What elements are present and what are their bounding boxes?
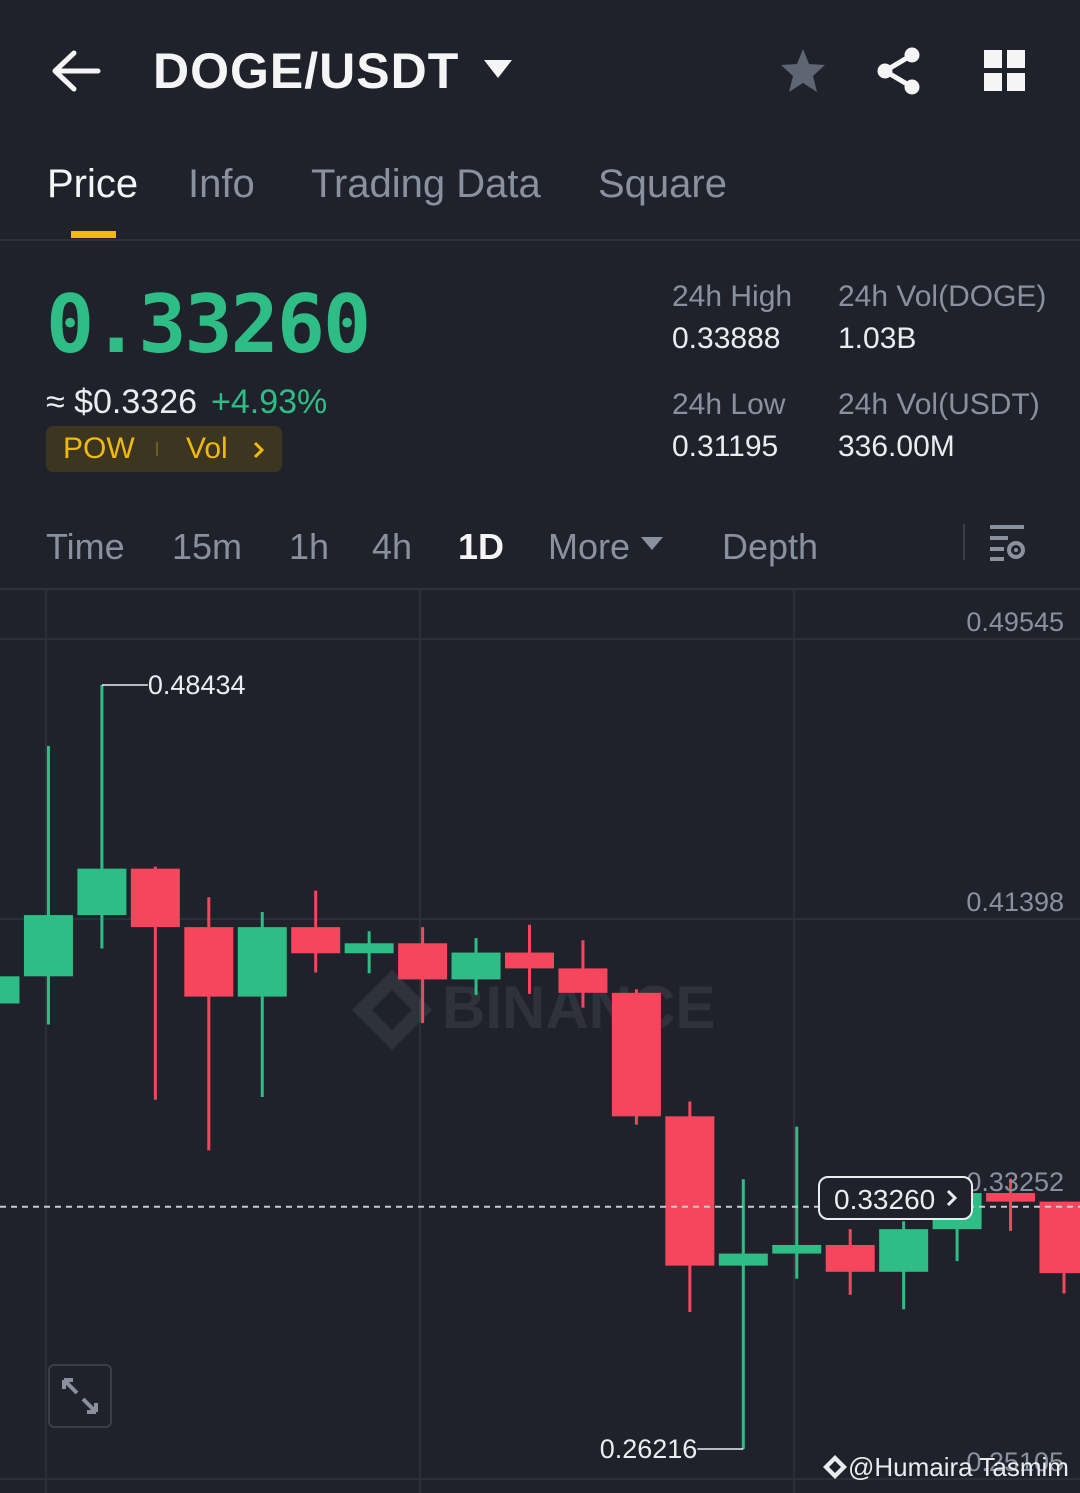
tab-price[interactable]: Price	[47, 162, 138, 207]
low-label: 24h Low	[672, 388, 786, 421]
interval-more[interactable]: More	[548, 526, 630, 568]
candle-body	[184, 927, 234, 997]
tab-square[interactable]: Square	[598, 162, 727, 207]
y-tick-label: 0.33252	[966, 1167, 1064, 1197]
current-price-tag-value: 0.33260	[834, 1184, 936, 1215]
candle-body	[344, 943, 394, 954]
min-price-label: 0.26216	[600, 1434, 698, 1464]
candle-body	[237, 927, 287, 997]
more-caret-icon[interactable]	[641, 537, 663, 551]
max-price-marker: 0.48434	[101, 670, 246, 700]
candle-body	[718, 1253, 768, 1266]
chevron-right-icon	[946, 1189, 958, 1207]
share-icon[interactable]	[874, 46, 924, 96]
candle-body	[0, 976, 20, 1004]
candle-body	[879, 1229, 929, 1272]
chart-settings-icon[interactable]	[988, 522, 1028, 562]
price-usd-row: ≈ $0.3326 +4.93%	[46, 383, 327, 422]
candlestick-chart[interactable]: BINANCE 0.49545 0.41398 0.33252 0.25105 …	[0, 590, 1080, 1493]
candle-body	[505, 952, 554, 969]
price-change: +4.93%	[211, 383, 328, 421]
vol-base-label: 24h Vol(DOGE)	[838, 280, 1047, 313]
interval-15m[interactable]: 15m	[172, 526, 242, 568]
min-price-marker: 0.26216	[600, 1434, 744, 1464]
caret-down-icon[interactable]	[484, 60, 512, 80]
y-tick-label: 0.49545	[966, 607, 1064, 637]
candle-body	[1039, 1201, 1080, 1274]
interval-1h[interactable]: 1h	[289, 526, 329, 568]
credit-watermark: @Humaira Tasmim	[822, 1452, 1069, 1483]
vol-quote-value: 336.00M	[838, 430, 955, 463]
tag-separator	[156, 442, 158, 456]
credit-text: @Humaira Tasmim	[848, 1452, 1069, 1482]
last-price: 0.33260	[46, 278, 371, 371]
tag-vol[interactable]: Vol	[186, 432, 228, 466]
tabs-divider	[0, 239, 1080, 241]
high-label: 24h High	[672, 280, 793, 313]
candle-body	[130, 868, 180, 928]
candle-body	[665, 1116, 715, 1266]
candle-body	[77, 868, 127, 916]
grid-menu-icon[interactable]	[984, 50, 1026, 92]
y-tick-label: 0.41398	[966, 887, 1064, 917]
current-price-tag[interactable]: 0.33260	[818, 1176, 973, 1220]
star-icon[interactable]	[778, 46, 828, 96]
candle-body	[772, 1244, 822, 1254]
candle-body	[611, 992, 661, 1117]
chevron-right-icon[interactable]	[252, 440, 266, 460]
vol-quote-label: 24h Vol(USDT)	[838, 388, 1040, 421]
pair-title[interactable]: DOGE/USDT	[153, 42, 459, 100]
interval-depth[interactable]: Depth	[722, 526, 818, 568]
candle-body	[451, 952, 501, 980]
tags-pill[interactable]: POW Vol	[46, 426, 282, 472]
candles-layer	[0, 684, 1080, 1449]
interval-1d[interactable]: 1D	[458, 526, 504, 568]
candle-body	[398, 943, 448, 980]
high-value: 0.33888	[672, 322, 781, 355]
expand-icon	[62, 1378, 98, 1414]
active-tab-indicator	[71, 231, 116, 238]
low-value: 0.31195	[672, 430, 779, 463]
candle-body	[558, 968, 608, 993]
candle-body	[291, 927, 341, 954]
tag-pow[interactable]: POW	[63, 432, 135, 466]
interval-time[interactable]: Time	[46, 526, 125, 568]
binance-logo-icon	[823, 1455, 847, 1479]
vol-base-value: 1.03B	[838, 322, 917, 355]
max-price-label: 0.48434	[148, 670, 246, 700]
back-arrow-icon[interactable]	[50, 48, 102, 94]
y-axis-labels: 0.49545 0.41398 0.33252 0.25105	[966, 607, 1064, 1477]
fullscreen-button[interactable]	[48, 1364, 112, 1428]
tab-info[interactable]: Info	[188, 162, 255, 207]
interval-4h[interactable]: 4h	[372, 526, 412, 568]
tab-trading-data[interactable]: Trading Data	[311, 162, 541, 207]
candle-body	[825, 1244, 875, 1272]
approx-usd: ≈ $0.3326	[46, 383, 198, 421]
chart-gridlines	[0, 590, 1080, 1493]
interval-separator	[963, 524, 965, 560]
candle-body	[23, 915, 73, 977]
